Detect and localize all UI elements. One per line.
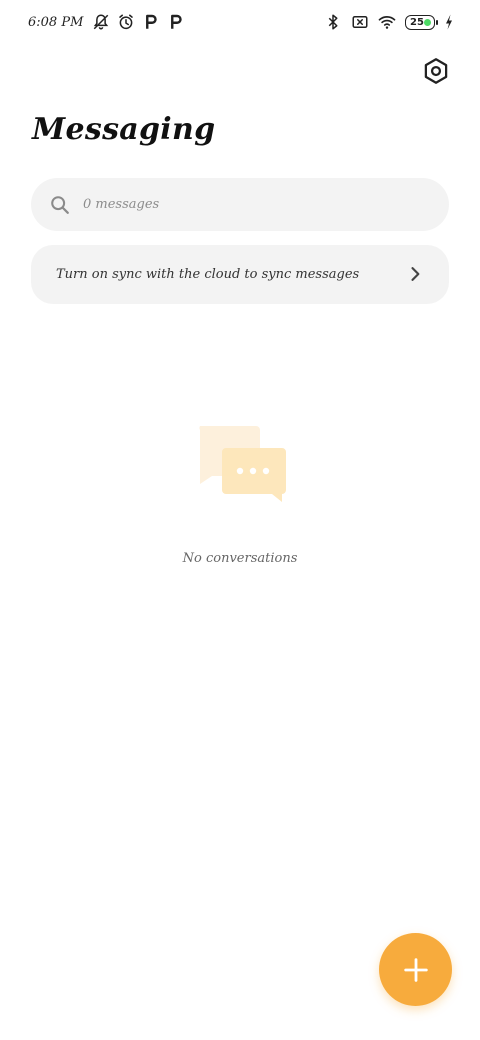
sim-off-icon	[351, 13, 369, 31]
chat-bubbles-icon	[196, 424, 288, 506]
alarm-icon	[117, 13, 135, 31]
plus-icon	[403, 957, 428, 982]
settings-hex-icon	[424, 58, 448, 84]
bluetooth-icon	[324, 13, 342, 31]
bolt-icon	[444, 13, 454, 31]
battery-status-dot	[424, 18, 431, 26]
battery-indicator: 25	[405, 14, 438, 30]
status-bar: 6:08 PM 25	[0, 0, 480, 44]
new-message-button[interactable]	[379, 933, 452, 1006]
p-app-icon	[142, 13, 160, 31]
battery-level: 25	[410, 16, 424, 28]
status-right: 25	[324, 12, 454, 32]
chevron-right-icon	[405, 264, 425, 284]
sync-banner-text: Turn on sync with the cloud to sync mess…	[56, 267, 360, 282]
p-app-icon	[167, 13, 185, 31]
sync-banner[interactable]: Turn on sync with the cloud to sync mess…	[31, 245, 449, 304]
search-input[interactable]	[83, 197, 383, 212]
bell-muted-icon	[92, 13, 110, 31]
settings-button[interactable]	[420, 55, 452, 87]
status-time: 6:08 PM	[28, 14, 84, 30]
wifi-icon	[378, 13, 396, 31]
page-title: Messaging	[32, 112, 216, 147]
status-left: 6:08 PM	[28, 12, 185, 32]
search-icon	[49, 194, 71, 216]
empty-state-text: No conversations	[182, 551, 298, 566]
search-bar[interactable]	[31, 178, 449, 231]
battery-cap	[436, 19, 438, 25]
